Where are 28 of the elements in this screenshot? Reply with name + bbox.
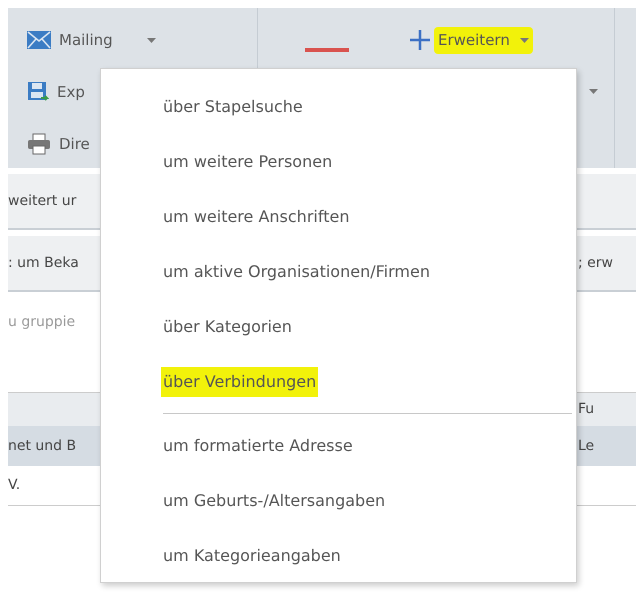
minus-icon (305, 48, 349, 52)
cut-off-text: weitert ur (8, 192, 76, 210)
cut-off-text: Le (578, 436, 596, 456)
caret-icon (589, 89, 598, 94)
printer-icon (27, 133, 51, 155)
menu-item[interactable]: über Verbindungen (161, 366, 318, 396)
plus-icon (410, 30, 430, 50)
cut-off-text: ; erw (578, 254, 614, 272)
cut-off-text: Fu (578, 400, 596, 419)
cut-off-text: net und B (8, 436, 76, 456)
menu-item[interactable]: um Kategorieangaben (161, 540, 343, 570)
menu-item[interactable]: um weitere Anschriften (161, 202, 352, 232)
envelope-icon (27, 31, 51, 49)
menu-item[interactable]: über Kategorien (161, 312, 294, 342)
cut-off-text: : um Beka (8, 254, 79, 272)
menu-item[interactable]: um formatierte Adresse (161, 430, 355, 460)
cut-off-text: u gruppie (8, 312, 76, 332)
menu-item[interactable]: über Stapelsuche (161, 92, 305, 122)
caret-icon[interactable] (146, 38, 156, 42)
ribbon-button-label[interactable]: Mailing (59, 28, 113, 52)
expand-button[interactable]: Erweitern (434, 27, 533, 54)
cut-off-text: V. (8, 476, 20, 495)
ribbon-button-label[interactable]: Dire (59, 132, 90, 156)
ribbon-button-label[interactable]: Exp (57, 80, 85, 104)
menu-item[interactable]: um weitere Personen (161, 146, 334, 176)
menu-item[interactable]: um aktive Organisationen/Firmen (161, 256, 432, 286)
menu-item[interactable]: um Geburts-/Altersangaben (161, 486, 388, 516)
caret-icon (520, 38, 529, 43)
